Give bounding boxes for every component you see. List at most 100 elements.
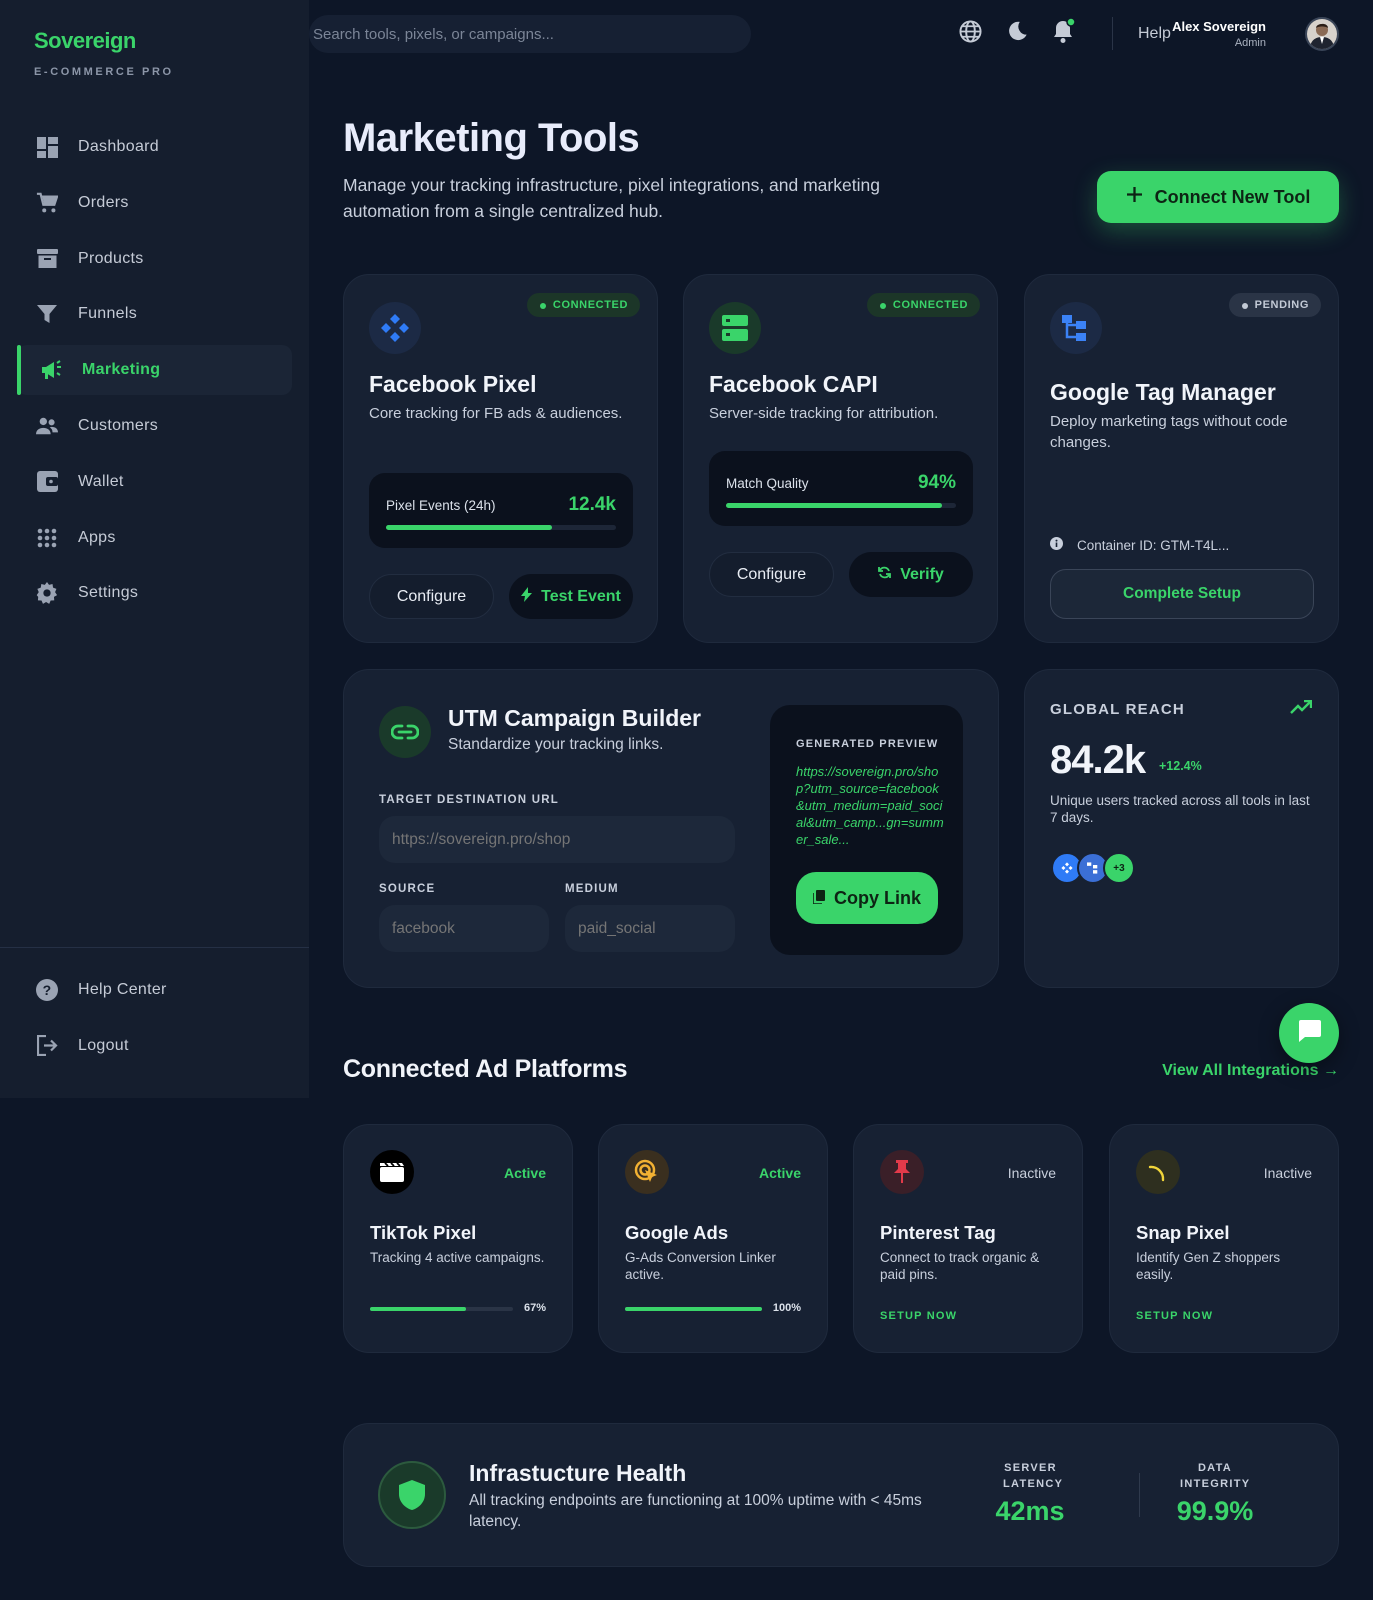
dashboard-icon	[36, 136, 58, 158]
platform-card-pinterest[interactable]: Inactive Pinterest Tag Connect to track …	[853, 1124, 1083, 1353]
match-quality-metric: Match Quality 94%	[709, 451, 973, 526]
help-icon: ?	[36, 979, 58, 1001]
nav-label: Customers	[78, 416, 159, 434]
platform-status: Active	[758, 1165, 801, 1181]
clapperboard-icon	[370, 1150, 414, 1194]
page-title: Marketing Tools	[343, 116, 640, 160]
connect-new-tool-button[interactable]: Connect New Tool	[1097, 171, 1339, 223]
infrastructure-health-card: Infrastucture Health All tracking endpoi…	[343, 1423, 1339, 1567]
brand-logo[interactable]: Sovereign	[34, 28, 136, 54]
health-title: Infrastucture Health	[469, 1460, 687, 1486]
server-icon	[709, 302, 761, 354]
logout-icon	[36, 1035, 58, 1057]
view-all-integrations-link[interactable]: View All Integrations →	[1162, 1062, 1339, 1080]
platform-card-snap[interactable]: Inactive Snap Pixel Identify Gen Z shopp…	[1109, 1124, 1339, 1353]
nav-label: Marketing	[82, 361, 161, 379]
main-nav: Dashboard Orders Products Funnels Market…	[17, 122, 292, 624]
page-subtitle: Manage your tracking infrastructure, pix…	[343, 175, 880, 221]
configure-button[interactable]: Configure	[709, 552, 834, 597]
nav-label: Wallet	[78, 472, 124, 490]
medium-input[interactable]	[565, 905, 735, 952]
chat-button[interactable]	[1279, 1003, 1339, 1063]
progress-percent: 67%	[523, 1302, 546, 1314]
tool-description: Server-side tracking for attribution.	[709, 405, 939, 422]
nav-item-products[interactable]: Products	[17, 234, 292, 284]
container-id: Container ID: GTM-T4L...	[1050, 537, 1229, 553]
nav-item-dashboard[interactable]: Dashboard	[17, 122, 292, 172]
platform-card-google-ads[interactable]: Active Google Ads G-Ads Conversion Linke…	[598, 1124, 828, 1353]
refresh-icon	[878, 566, 892, 584]
progress-fill	[726, 503, 943, 508]
complete-setup-button[interactable]: Complete Setup	[1050, 569, 1314, 619]
nav-item-orders[interactable]: Orders	[17, 178, 292, 228]
copy-link-button[interactable]: Copy Link	[796, 872, 938, 924]
nav-item-logout[interactable]: Logout	[17, 1021, 292, 1071]
preview-label: GENERATED PREVIEW	[796, 738, 939, 750]
container-id-text: Container ID: GTM-T4L...	[1077, 537, 1230, 553]
topbar-divider	[1112, 17, 1113, 50]
platform-card-tiktok[interactable]: Active TikTok Pixel Tracking 4 active ca…	[343, 1124, 573, 1353]
platform-description: Tracking 4 active campaigns.	[370, 1250, 545, 1265]
progress-fill	[370, 1307, 466, 1311]
moon-icon[interactable]	[1004, 18, 1030, 44]
platform-description: Identify Gen Z shoppers easily.	[1136, 1250, 1281, 1282]
verify-label: Verify	[900, 565, 944, 583]
help-link[interactable]: Help	[1138, 25, 1171, 43]
nav-item-customers[interactable]: Customers	[17, 401, 292, 451]
progress-fill	[386, 525, 552, 530]
copy-icon	[812, 888, 825, 909]
progress-track	[726, 503, 956, 508]
stat-divider	[1139, 1473, 1140, 1517]
setup-now-link[interactable]: SETUP NOW	[1136, 1310, 1213, 1322]
copy-link-label: Copy Link	[833, 887, 921, 908]
status-badge: CONNECTED	[866, 293, 980, 317]
configure-button[interactable]: Configure	[369, 574, 494, 619]
search-input[interactable]: Search tools, pixels, or campaigns...	[309, 15, 751, 53]
platform-status: Inactive	[1263, 1165, 1312, 1181]
pin-icon	[880, 1150, 924, 1194]
topbar: Search tools, pixels, or campaigns... He…	[309, 0, 1373, 68]
nav-item-settings[interactable]: Settings	[17, 568, 292, 618]
cursor-click-icon	[625, 1150, 669, 1194]
reach-value: 84.2k	[1050, 738, 1146, 782]
destination-url-input[interactable]	[379, 816, 735, 863]
url-label: TARGET DESTINATION URL	[379, 794, 559, 806]
status-badge: CONNECTED	[526, 293, 640, 317]
bell-icon[interactable]	[1051, 18, 1077, 44]
source-input[interactable]	[379, 905, 549, 952]
verify-button[interactable]: Verify	[849, 552, 973, 597]
avatar[interactable]	[1305, 17, 1339, 51]
medium-label: MEDIUM	[565, 883, 619, 895]
reach-description: Unique users tracked across all tools in…	[1050, 793, 1310, 825]
nav-item-wallet[interactable]: Wallet	[17, 457, 292, 507]
setup-now-link[interactable]: SETUP NOW	[880, 1310, 957, 1322]
facebook-pixel-icon	[369, 302, 421, 354]
wallet-icon	[36, 471, 58, 493]
test-event-button[interactable]: Test Event	[509, 574, 633, 619]
platform-name: Google Ads	[625, 1222, 729, 1243]
progress-track	[370, 1307, 513, 1311]
nav-label: Dashboard	[78, 138, 159, 155]
tool-description: Core tracking for FB ads & audiences.	[369, 405, 623, 422]
platform-status: Active	[503, 1165, 546, 1181]
user-role: Admin	[1234, 37, 1266, 49]
tool-card-google-tag-manager: PENDING Google Tag Manager Deploy market…	[1024, 274, 1339, 643]
snap-ghost-icon	[1136, 1150, 1180, 1194]
data-integrity-label: DATA INTEGRITY	[1180, 1462, 1251, 1490]
reach-delta: +12.4%	[1159, 759, 1202, 773]
chat-icon	[1297, 1019, 1321, 1047]
utm-title: UTM Campaign Builder	[448, 705, 702, 731]
tag-manager-icon	[1050, 302, 1102, 354]
section-title: Connected Ad Platforms	[343, 1055, 628, 1083]
trending-up-icon	[1290, 699, 1313, 719]
globe-icon[interactable]	[957, 18, 983, 44]
brand-tagline: E-COMMERCE PRO	[34, 66, 174, 78]
bolt-icon	[521, 586, 533, 607]
nav-item-help-center[interactable]: ? Help Center	[17, 965, 292, 1015]
nav-item-marketing[interactable]: Marketing	[17, 345, 292, 396]
nav-label: Settings	[78, 584, 139, 602]
nav-item-funnels[interactable]: Funnels	[17, 289, 292, 339]
more-count: +3	[1103, 852, 1135, 884]
nav-item-apps[interactable]: Apps	[17, 513, 292, 563]
shield-icon	[378, 1461, 446, 1529]
